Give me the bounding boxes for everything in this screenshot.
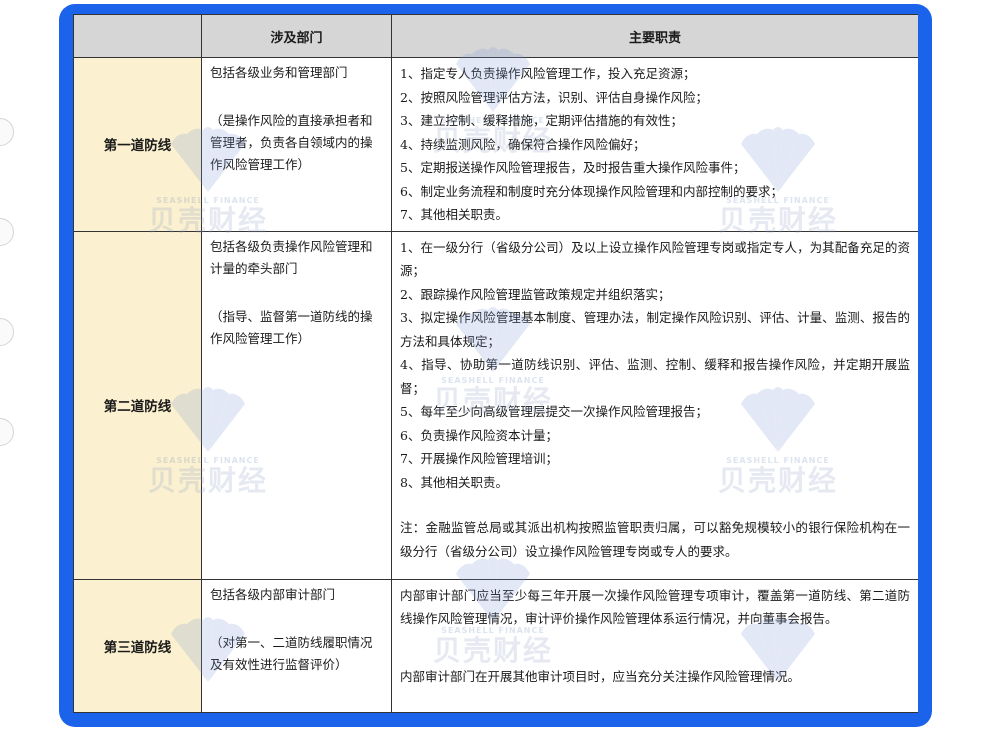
- audit-duty-text: 内部审计部门在开展其他审计项目时，应当充分关注操作风险管理情况。: [400, 668, 801, 684]
- header-duties: 主要职责: [391, 14, 918, 58]
- side-handle: [0, 218, 14, 246]
- duties-cell: 1、指定专人负责操作风险管理工作，投入充足资源； 2、按照风险管理评估方法，识别…: [391, 57, 918, 232]
- table-row: 第二道防线 包括各级负责操作风险管理和计量的牵头部门 （指导、监督第一道防线的操…: [73, 230, 918, 580]
- risk-defense-table: 涉及部门 主要职责 第一道防线 包括各级业务和管理部门 （是操作风险的直接承担者…: [73, 14, 918, 713]
- line-label: 第三道防线: [73, 578, 202, 713]
- line-label: 第一道防线: [73, 57, 202, 232]
- side-handle: [0, 318, 14, 346]
- dept-note: （对第一、二道防线履职情况及有效性进行监督评价）: [210, 634, 373, 672]
- duty-item: 5、每年至少向高级管理层提交一次操作风险管理报告；: [400, 404, 708, 419]
- dept-note: （是操作风险的直接承担者和管理者，负责各自领域内的操作风险管理工作）: [210, 113, 373, 172]
- document-image: 涉及部门 主要职责 第一道防线 包括各级业务和管理部门 （是操作风险的直接承担者…: [73, 14, 918, 713]
- side-handle: [0, 118, 14, 146]
- duty-item: 4、持续监测风险，确保符合操作风险偏好；: [400, 136, 646, 152]
- line-label: 第二道防线: [73, 230, 202, 580]
- table-row: 第三道防线 包括各级内部审计部门 （对第一、二道防线履职情况及有效性进行监督评价…: [73, 578, 918, 713]
- dept-cell: 包括各级业务和管理部门 （是操作风险的直接承担者和管理者，负责各自领域内的操作风…: [201, 57, 392, 232]
- dept-text: 包括各级负责操作风险管理和计量的牵头部门: [210, 238, 373, 276]
- duty-item: 3、拟定操作风险管理基本制度、管理办法，制定操作风险识别、评估、计量、监测、报告…: [400, 310, 910, 349]
- duty-item: 1、在一级分行（省级分公司）及以上设立操作风险管理专岗或指定专人，为其配备充足的…: [400, 239, 910, 279]
- dept-text: 包括各级业务和管理部门: [210, 65, 348, 80]
- dept-cell: 包括各级负责操作风险管理和计量的牵头部门 （指导、监督第一道防线的操作风险管理工…: [201, 230, 392, 580]
- duties-cell: 内部审计部门应当至少每三年开展一次操作风险管理专项审计，覆盖第一道防线、第二道防…: [391, 578, 918, 713]
- duty-item: 2、跟踪操作风险管理监管政策规定并组织落实；: [400, 286, 671, 302]
- dept-note: （指导、监督第一道防线的操作风险管理工作）: [210, 308, 373, 346]
- audit-duty-text: 内部审计部门应当至少每三年开展一次操作风险管理专项审计，覆盖第一道防线、第二道防…: [400, 587, 910, 627]
- duty-item: 8、其他相关职责。: [400, 474, 508, 490]
- header-dept: 涉及部门: [201, 14, 392, 58]
- duty-item: 2、按照风险管理评估方法，识别、评估自身操作风险；: [400, 89, 708, 105]
- duty-item: 6、负责操作风险资本计量；: [400, 427, 558, 443]
- duty-item: 1、指定专人负责操作风险管理工作，投入充足资源；: [400, 66, 696, 81]
- dept-text: 包括各级内部审计部门: [210, 586, 336, 602]
- side-handle: [0, 418, 14, 446]
- header-corner: [73, 14, 202, 58]
- duty-item: 6、制定业务流程和制度时充分体现操作风险管理和内部控制的要求；: [400, 183, 783, 199]
- dept-cell: 包括各级内部审计部门 （对第一、二道防线履职情况及有效性进行监督评价）: [201, 578, 392, 713]
- table-row: 第一道防线 包括各级业务和管理部门 （是操作风险的直接承担者和管理者，负责各自领…: [73, 57, 918, 232]
- duty-item: 4、指导、协助第一道防线识别、评估、监测、控制、缓释和报告操作风险，并定期开展监…: [400, 357, 910, 396]
- duties-cell: 1、在一级分行（省级分公司）及以上设立操作风险管理专岗或指定专人，为其配备充足的…: [391, 230, 918, 580]
- regulatory-note: 注：金融监管总局或其派出机构按照监管职责归属，可以豁免规模较小的银行保险机构在一…: [400, 520, 910, 559]
- duty-item: 7、其他相关职责。: [400, 207, 508, 222]
- duty-item: 5、定期报送操作风险管理报告，及时报告重大操作风险事件；: [400, 160, 746, 175]
- duty-item: 3、建立控制、缓释措施，定期评估措施的有效性；: [400, 113, 683, 128]
- table-header-row: 涉及部门 主要职责: [73, 14, 918, 58]
- duty-item: 7、开展操作风险管理培训；: [400, 451, 558, 466]
